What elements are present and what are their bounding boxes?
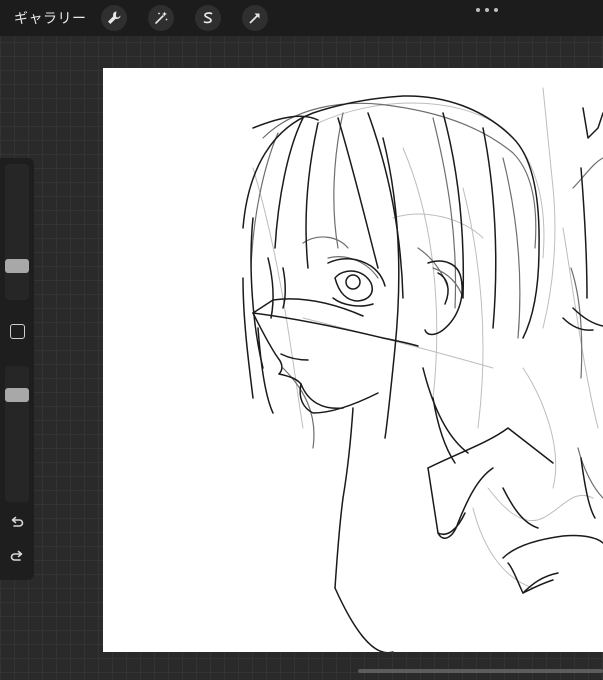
drawing-canvas[interactable] [103,68,603,652]
square-icon[interactable] [10,324,25,339]
gallery-button[interactable]: ギャラリー [14,8,87,28]
horizontal-scrollbar[interactable] [358,669,603,673]
opacity-thumb[interactable] [5,388,29,402]
transform-button[interactable] [242,5,268,31]
left-sidebar [0,158,34,580]
brush-size-thumb[interactable] [5,259,29,273]
selection-icon [203,12,213,24]
transform-arrow-icon [249,13,260,24]
top-toolbar: ギャラリー [0,0,603,36]
undo-icon[interactable] [7,514,27,532]
selection-button[interactable] [195,5,221,31]
sketch-drawing [242,87,603,652]
redo-icon[interactable] [7,548,27,566]
adjustments-button[interactable] [148,5,174,31]
opacity-slider[interactable] [5,366,29,502]
actions-button[interactable] [101,5,127,31]
magic-wand-icon [155,11,168,24]
wrench-icon [108,11,121,24]
brush-size-slider[interactable] [5,164,29,300]
more-dots-icon[interactable] [476,6,498,14]
